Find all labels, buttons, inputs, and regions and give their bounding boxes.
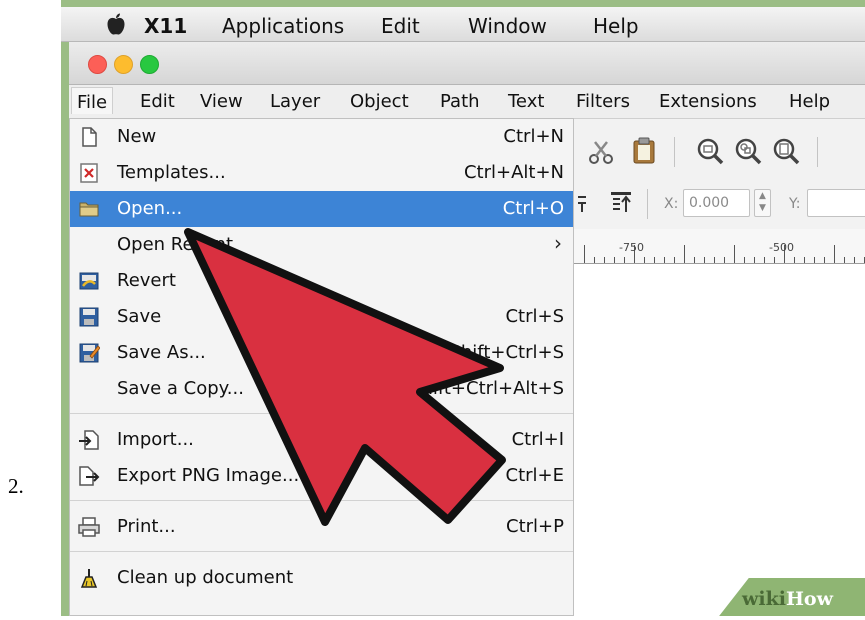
pointer-arrow-icon — [184, 228, 506, 526]
